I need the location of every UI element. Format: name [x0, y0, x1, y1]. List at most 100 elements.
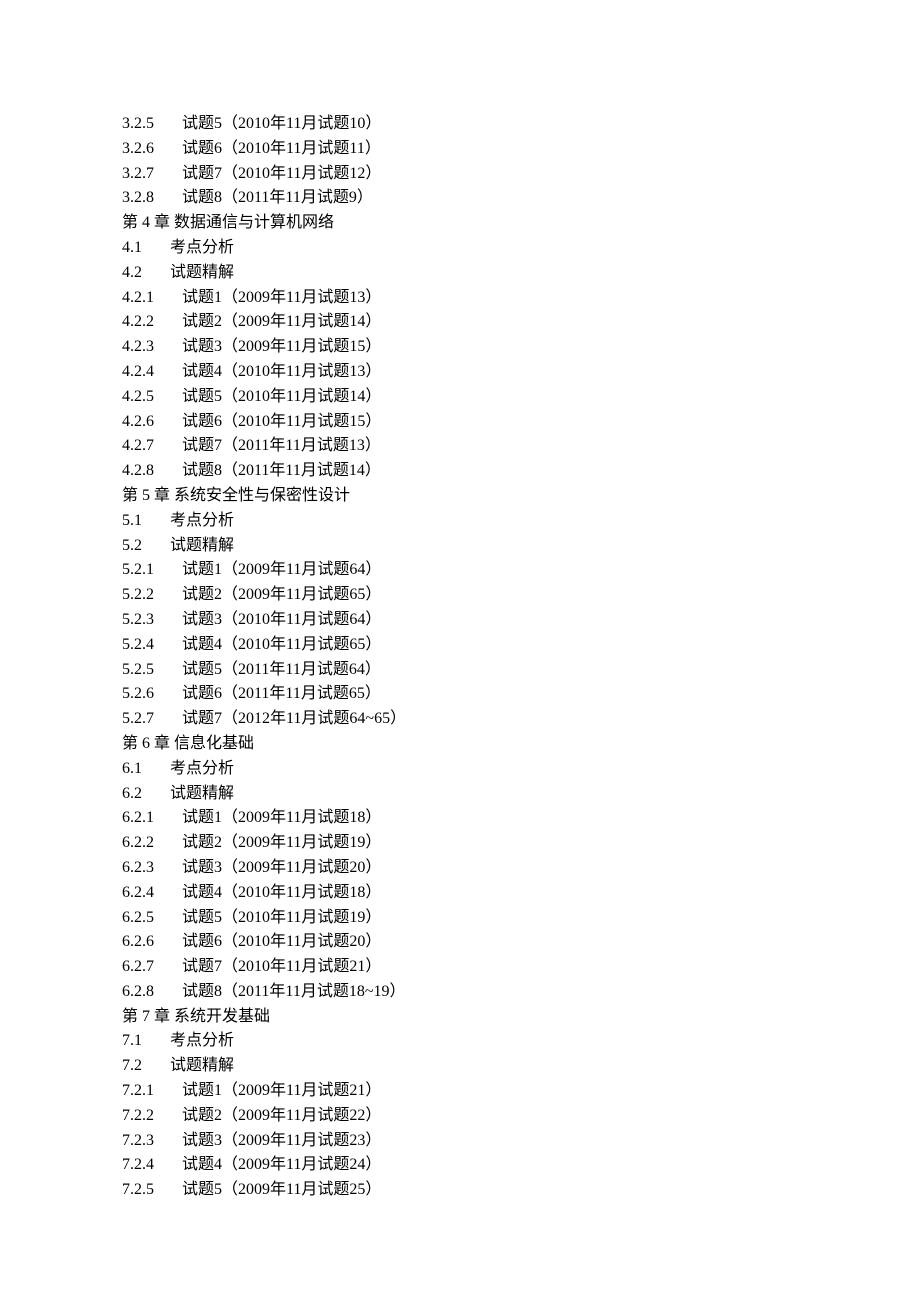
toc-entry-title: 试题8（2011年11月试题9） — [182, 189, 373, 206]
toc-entry-number: 5.2.7 — [122, 707, 154, 732]
toc-entry-number: 7.2.4 — [122, 1153, 154, 1178]
toc-entry-number: 3.2.5 — [122, 112, 154, 137]
toc-entry: 4.2 试题精解 — [122, 261, 920, 286]
toc-entry-number: 7.2.3 — [122, 1129, 154, 1154]
toc-entry: 4.2.5 试题5（2010年11月试题14） — [122, 385, 920, 410]
toc-entry: 4.2.7 试题7（2011年11月试题13） — [122, 434, 920, 459]
toc-entry-number: 3.2.7 — [122, 162, 154, 187]
toc-entry-title: 试题7（2010年11月试题12） — [182, 165, 381, 182]
toc-entry-title: 试题2（2009年11月试题65） — [182, 586, 381, 603]
toc-entry-title: 试题3（2009年11月试题23） — [182, 1132, 381, 1149]
toc-entry: 5.2.3 试题3（2010年11月试题64） — [122, 608, 920, 633]
toc-entry: 6.2.1 试题1（2009年11月试题18） — [122, 806, 920, 831]
toc-entry: 5.2.4 试题4（2010年11月试题65） — [122, 633, 920, 658]
toc-entry: 4.2.4 试题4（2010年11月试题13） — [122, 360, 920, 385]
toc-entry-number: 6.2.1 — [122, 806, 154, 831]
toc-entry-title: 试题6（2010年11月试题15） — [182, 413, 381, 430]
toc-entry: 7.2.4 试题4（2009年11月试题24） — [122, 1153, 920, 1178]
toc-entry: 5.2.6 试题6（2011年11月试题65） — [122, 682, 920, 707]
toc-entry: 7.2.2 试题2（2009年11月试题22） — [122, 1104, 920, 1129]
toc-entry-number: 4.2 — [122, 261, 142, 286]
toc-entry: 5.2.7 试题7（2012年11月试题64~65） — [122, 707, 920, 732]
toc-entry-number: 5.2.4 — [122, 633, 154, 658]
toc-entry-number: 5.2 — [122, 534, 142, 559]
toc-entry-title: 试题3（2009年11月试题20） — [182, 859, 381, 876]
toc-entry-number: 5.2.1 — [122, 558, 154, 583]
toc-entry: 3.2.8 试题8（2011年11月试题9） — [122, 186, 920, 211]
toc-chapter-heading: 第 7 章 系统开发基础 — [122, 1005, 920, 1030]
toc-entry-title: 考点分析 — [170, 1032, 234, 1049]
toc-entry-number: 3.2.8 — [122, 186, 154, 211]
toc-entry-number: 4.2.3 — [122, 335, 154, 360]
toc-entry-title: 试题1（2009年11月试题21） — [182, 1082, 381, 1099]
toc-entry-title: 试题精解 — [170, 537, 234, 554]
toc-entry-title: 试题4（2010年11月试题13） — [182, 363, 381, 380]
toc-entry: 6.1 考点分析 — [122, 757, 920, 782]
toc-entry: 3.2.6 试题6（2010年11月试题11） — [122, 137, 920, 162]
toc-entry-number: 5.2.6 — [122, 682, 154, 707]
toc-entry-title: 试题5（2010年11月试题10） — [182, 115, 381, 132]
toc-entry-number: 5.2.3 — [122, 608, 154, 633]
toc-entry-number: 5.1 — [122, 509, 142, 534]
toc-entry-number: 5.2.2 — [122, 583, 154, 608]
toc-entry-number: 7.1 — [122, 1029, 142, 1054]
toc-entry: 4.2.1 试题1（2009年11月试题13） — [122, 286, 920, 311]
toc-entry-number: 4.2.4 — [122, 360, 154, 385]
toc-entry: 3.2.5 试题5（2010年11月试题10） — [122, 112, 920, 137]
toc-entry-number: 4.2.2 — [122, 310, 154, 335]
toc-entry-title: 试题4（2010年11月试题65） — [182, 636, 381, 653]
toc-entry-title: 试题5（2011年11月试题64） — [182, 661, 381, 678]
toc-heading-text: 第 4 章 数据通信与计算机网络 — [122, 214, 334, 231]
toc-entry-number: 6.2 — [122, 782, 142, 807]
toc-entry: 6.2.5 试题5（2010年11月试题19） — [122, 906, 920, 931]
toc-entry: 6.2 试题精解 — [122, 782, 920, 807]
toc-entry: 6.2.8 试题8（2011年11月试题18~19） — [122, 980, 920, 1005]
toc-entry: 7.2.3 试题3（2009年11月试题23） — [122, 1129, 920, 1154]
toc-entry-title: 试题4（2010年11月试题18） — [182, 884, 381, 901]
toc-entry: 4.2.2 试题2（2009年11月试题14） — [122, 310, 920, 335]
toc-entry-title: 试题1（2009年11月试题18） — [182, 809, 381, 826]
toc-entry-number: 6.2.6 — [122, 930, 154, 955]
toc-entry: 5.2.1 试题1（2009年11月试题64） — [122, 558, 920, 583]
toc-entry: 4.2.6 试题6（2010年11月试题15） — [122, 410, 920, 435]
toc-entry: 4.2.8 试题8（2011年11月试题14） — [122, 459, 920, 484]
toc-entry-title: 试题7（2010年11月试题21） — [182, 958, 381, 975]
toc-entry-number: 3.2.6 — [122, 137, 154, 162]
toc-entry: 6.2.6 试题6（2010年11月试题20） — [122, 930, 920, 955]
toc-entry-number: 7.2.5 — [122, 1178, 154, 1203]
toc-entry-number: 6.1 — [122, 757, 142, 782]
toc-entry-title: 试题6（2011年11月试题65） — [182, 685, 381, 702]
toc-entry-title: 试题3（2010年11月试题64） — [182, 611, 381, 628]
toc-heading-text: 第 6 章 信息化基础 — [122, 735, 254, 752]
toc-entry-title: 试题5（2009年11月试题25） — [182, 1181, 381, 1198]
toc-entry-number: 7.2.2 — [122, 1104, 154, 1129]
toc-entry: 4.2.3 试题3（2009年11月试题15） — [122, 335, 920, 360]
toc-chapter-heading: 第 6 章 信息化基础 — [122, 732, 920, 757]
toc-entry-number: 4.2.1 — [122, 286, 154, 311]
toc-chapter-heading: 第 5 章 系统安全性与保密性设计 — [122, 484, 920, 509]
toc-entry-title: 考点分析 — [170, 239, 234, 256]
toc-entry: 5.1 考点分析 — [122, 509, 920, 534]
toc-entry: 3.2.7 试题7（2010年11月试题12） — [122, 162, 920, 187]
toc-entry-title: 试题6（2010年11月试题20） — [182, 933, 381, 950]
toc-entry-title: 试题精解 — [170, 785, 234, 802]
toc-entry: 7.2.1 试题1（2009年11月试题21） — [122, 1079, 920, 1104]
toc-entry-title: 试题8（2011年11月试题14） — [182, 462, 381, 479]
toc-entry: 7.1 考点分析 — [122, 1029, 920, 1054]
toc-entry-title: 试题5（2010年11月试题14） — [182, 388, 381, 405]
toc-entry-title: 试题5（2010年11月试题19） — [182, 909, 381, 926]
toc-entry: 7.2.5 试题5（2009年11月试题25） — [122, 1178, 920, 1203]
toc-entry-title: 试题3（2009年11月试题15） — [182, 338, 381, 355]
toc-heading-text: 第 7 章 系统开发基础 — [122, 1008, 270, 1025]
toc-entry-title: 试题2（2009年11月试题22） — [182, 1107, 381, 1124]
toc-entry-number: 6.2.2 — [122, 831, 154, 856]
toc-entry: 7.2 试题精解 — [122, 1054, 920, 1079]
toc-entry-number: 4.1 — [122, 236, 142, 261]
toc-entry: 6.2.2 试题2（2009年11月试题19） — [122, 831, 920, 856]
toc-entry-number: 5.2.5 — [122, 658, 154, 683]
toc-entry-number: 4.2.6 — [122, 410, 154, 435]
toc-entry-title: 试题精解 — [170, 1057, 234, 1074]
toc-entry-title: 试题4（2009年11月试题24） — [182, 1156, 381, 1173]
toc-entry-title: 试题精解 — [170, 264, 234, 281]
toc-entry-number: 7.2.1 — [122, 1079, 154, 1104]
